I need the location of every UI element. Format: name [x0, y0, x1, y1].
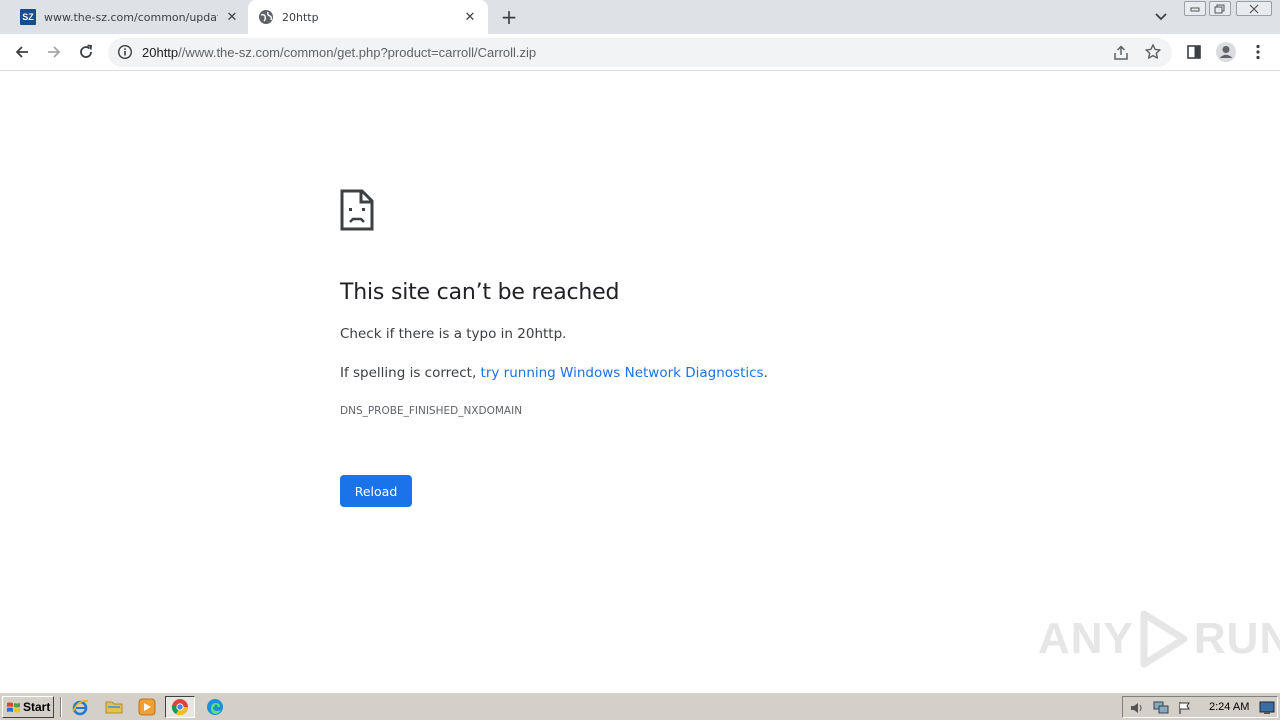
tab-update-page[interactable]: SZ www.the-sz.com/common/update.ph ✕: [12, 0, 248, 34]
network-diagnostics-link[interactable]: try running Windows Network Diagnostics: [481, 365, 764, 381]
tab-20http[interactable]: 20http ✕: [248, 0, 488, 34]
side-panel-button[interactable]: [1180, 38, 1208, 66]
browser-toolbar: 20http//www.the-sz.com/common/get.php?pr…: [0, 34, 1280, 71]
restore-window-button[interactable]: [1209, 1, 1231, 16]
media-player-icon[interactable]: [136, 697, 158, 717]
error-code: DNS_PROBE_FINISHED_NXDOMAIN: [340, 405, 523, 417]
url-host: 20http: [142, 45, 179, 60]
tab-title: 20http: [282, 10, 319, 24]
diagnostics-prefix: If spelling is correct,: [340, 365, 481, 381]
clock[interactable]: 2:24 AM: [1209, 701, 1249, 713]
back-arrow-icon: [15, 46, 28, 58]
close-window-button[interactable]: [1236, 1, 1272, 16]
error-suggestion-diagnostics: If spelling is correct, try running Wind…: [340, 365, 768, 381]
tab-title: www.the-sz.com/common/update.ph: [44, 10, 218, 24]
speaker-icon[interactable]: [1129, 700, 1145, 716]
tab-strip: SZ www.the-sz.com/common/update.ph ✕ 20h…: [0, 0, 1280, 34]
error-suggestion-typo: Check if there is a typo in 20http.: [340, 326, 567, 342]
menu-button[interactable]: [1244, 38, 1272, 66]
error-title: This site can’t be reached: [340, 280, 620, 305]
close-icon[interactable]: ✕: [462, 9, 478, 25]
start-label: Start: [23, 700, 51, 714]
taskbar-separator: [60, 697, 62, 717]
play-logo-icon: [1140, 610, 1188, 668]
network-icon[interactable]: [1153, 700, 1169, 716]
minimize-window-button[interactable]: [1184, 1, 1206, 16]
share-icon[interactable]: [1112, 44, 1130, 62]
flag-icon[interactable]: [1177, 700, 1193, 716]
globe-icon: [258, 9, 274, 25]
watermark-right: RUN: [1193, 614, 1280, 663]
system-tray: 2:24 AM: [1122, 696, 1278, 718]
address-bar[interactable]: 20http//www.the-sz.com/common/get.php?pr…: [108, 38, 1172, 67]
side-panel-icon: [1187, 45, 1201, 59]
bookmark-star-icon[interactable]: [1144, 43, 1162, 61]
url-path: //www.the-sz.com/common/get.php?product=…: [178, 45, 537, 60]
diagnostics-suffix: .: [763, 365, 768, 381]
info-icon[interactable]: [117, 44, 133, 60]
forward-button[interactable]: [40, 38, 68, 66]
reload-icon: [80, 44, 92, 58]
url-text[interactable]: 20http//www.the-sz.com/common/get.php?pr…: [142, 45, 536, 60]
watermark-left: ANY: [1038, 614, 1134, 663]
forward-arrow-icon: [48, 46, 61, 58]
profile-button[interactable]: [1212, 38, 1240, 66]
chevron-down-icon[interactable]: [1152, 9, 1170, 25]
new-tab-button[interactable]: +: [498, 5, 520, 29]
close-icon[interactable]: ✕: [224, 9, 240, 25]
monitor-icon[interactable]: [1259, 700, 1275, 716]
avatar-icon: [1216, 42, 1236, 62]
anyrun-watermark: ANY RUN: [1038, 608, 1280, 670]
edge-icon[interactable]: [204, 697, 226, 717]
internet-explorer-icon[interactable]: [69, 697, 91, 717]
sz-logo-icon: SZ: [20, 9, 36, 25]
folder-icon[interactable]: [103, 697, 125, 717]
sad-page-icon: [340, 189, 374, 231]
windows-flag-icon: [7, 702, 20, 712]
taskbar: Start 2:24 AM: [0, 692, 1280, 720]
chrome-icon[interactable]: [165, 696, 195, 718]
start-button[interactable]: Start: [2, 696, 54, 718]
reload-toolbar-button[interactable]: [72, 38, 100, 66]
back-button[interactable]: [8, 38, 36, 66]
more-vert-icon: [1256, 44, 1260, 60]
reload-button[interactable]: Reload: [340, 475, 412, 507]
